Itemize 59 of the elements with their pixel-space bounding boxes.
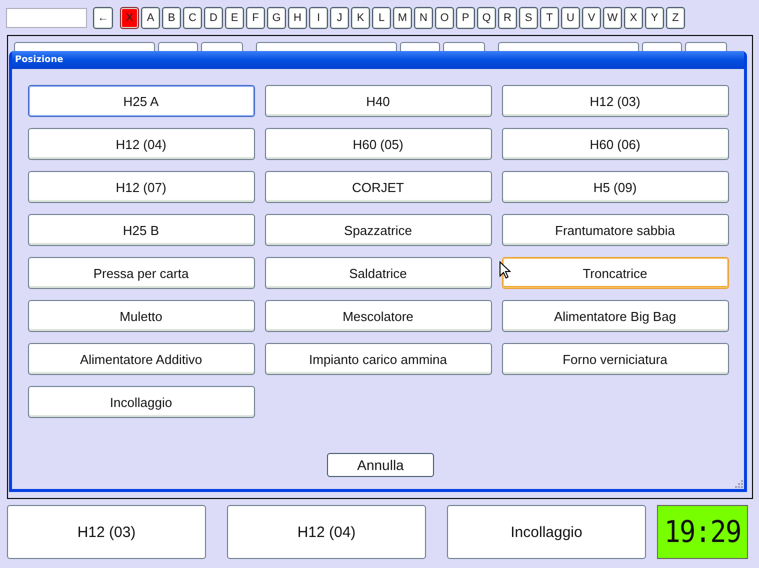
position-option[interactable]: Mescolatore (264, 300, 492, 332)
letter-key[interactable]: M (393, 7, 412, 29)
letter-key[interactable]: B (162, 7, 181, 29)
letter-key[interactable]: G (267, 7, 286, 29)
position-option[interactable]: Alimentatore Big Bag (502, 300, 728, 332)
position-option[interactable]: Saldatrice (264, 257, 492, 289)
position-option[interactable]: H25 A (28, 85, 254, 117)
letter-key[interactable]: L (372, 7, 391, 29)
position-option[interactable]: Alimentatore Additivo (28, 343, 254, 375)
letter-key[interactable]: E (225, 7, 244, 29)
recent-position-button[interactable]: H12 (04) (227, 505, 426, 559)
letter-key[interactable]: S (519, 7, 538, 29)
letter-key[interactable]: C (183, 7, 202, 29)
letter-key[interactable]: R (498, 7, 517, 29)
recent-position-button[interactable]: H12 (03) (7, 505, 206, 559)
position-option[interactable]: H25 B (28, 214, 254, 246)
letter-key[interactable]: Z (666, 7, 685, 29)
letter-key[interactable]: V (582, 7, 601, 29)
position-option[interactable]: Frantumatore sabbia (502, 214, 728, 246)
position-option[interactable]: H60 (05) (264, 128, 492, 160)
position-option[interactable]: H5 (09) (502, 171, 728, 203)
position-option[interactable]: Incollaggio (28, 386, 254, 418)
letter-key[interactable]: H (288, 7, 307, 29)
position-option[interactable]: H12 (04) (28, 128, 254, 160)
resize-grip-icon (735, 480, 743, 488)
letter-key[interactable]: I (309, 7, 328, 29)
letter-key[interactable]: X (624, 7, 643, 29)
clear-key[interactable]: X (120, 7, 139, 29)
position-option[interactable]: H40 (264, 85, 492, 117)
position-option[interactable]: Spazzatrice (264, 214, 492, 246)
dialog-title: Posizione (15, 55, 64, 65)
search-field[interactable] (6, 8, 87, 28)
position-option[interactable]: Forno verniciatura (502, 343, 728, 375)
clock-display: 19:29 (657, 505, 748, 559)
letter-key[interactable]: J (330, 7, 349, 29)
position-option[interactable]: H12 (03) (502, 85, 728, 117)
position-option[interactable]: H12 (07) (28, 171, 254, 203)
letter-key[interactable]: U (561, 7, 580, 29)
recent-position-button[interactable]: Incollaggio (447, 505, 646, 559)
letter-key[interactable]: P (456, 7, 475, 29)
letter-key[interactable]: Q (477, 7, 496, 29)
letter-key[interactable]: K (351, 7, 370, 29)
cancel-button[interactable]: Annulla (327, 453, 434, 477)
letter-key[interactable]: F (246, 7, 265, 29)
letter-key[interactable]: D (204, 7, 223, 29)
letter-key[interactable]: A (141, 7, 160, 29)
letter-key[interactable]: O (435, 7, 454, 29)
cursor-icon (499, 261, 511, 279)
position-option[interactable]: CORJET (264, 171, 492, 203)
position-option[interactable]: Pressa per carta (28, 257, 254, 289)
position-option[interactable]: Impianto carico ammina (264, 343, 492, 375)
letter-key[interactable]: T (540, 7, 559, 29)
letter-key[interactable]: N (414, 7, 433, 29)
letter-key[interactable]: Y (645, 7, 664, 29)
position-option[interactable]: Muletto (28, 300, 254, 332)
back-key[interactable]: ← (93, 7, 113, 29)
position-option[interactable]: Troncatrice (502, 257, 728, 289)
position-option[interactable]: H60 (06) (502, 128, 728, 160)
letter-key[interactable]: W (603, 7, 622, 29)
